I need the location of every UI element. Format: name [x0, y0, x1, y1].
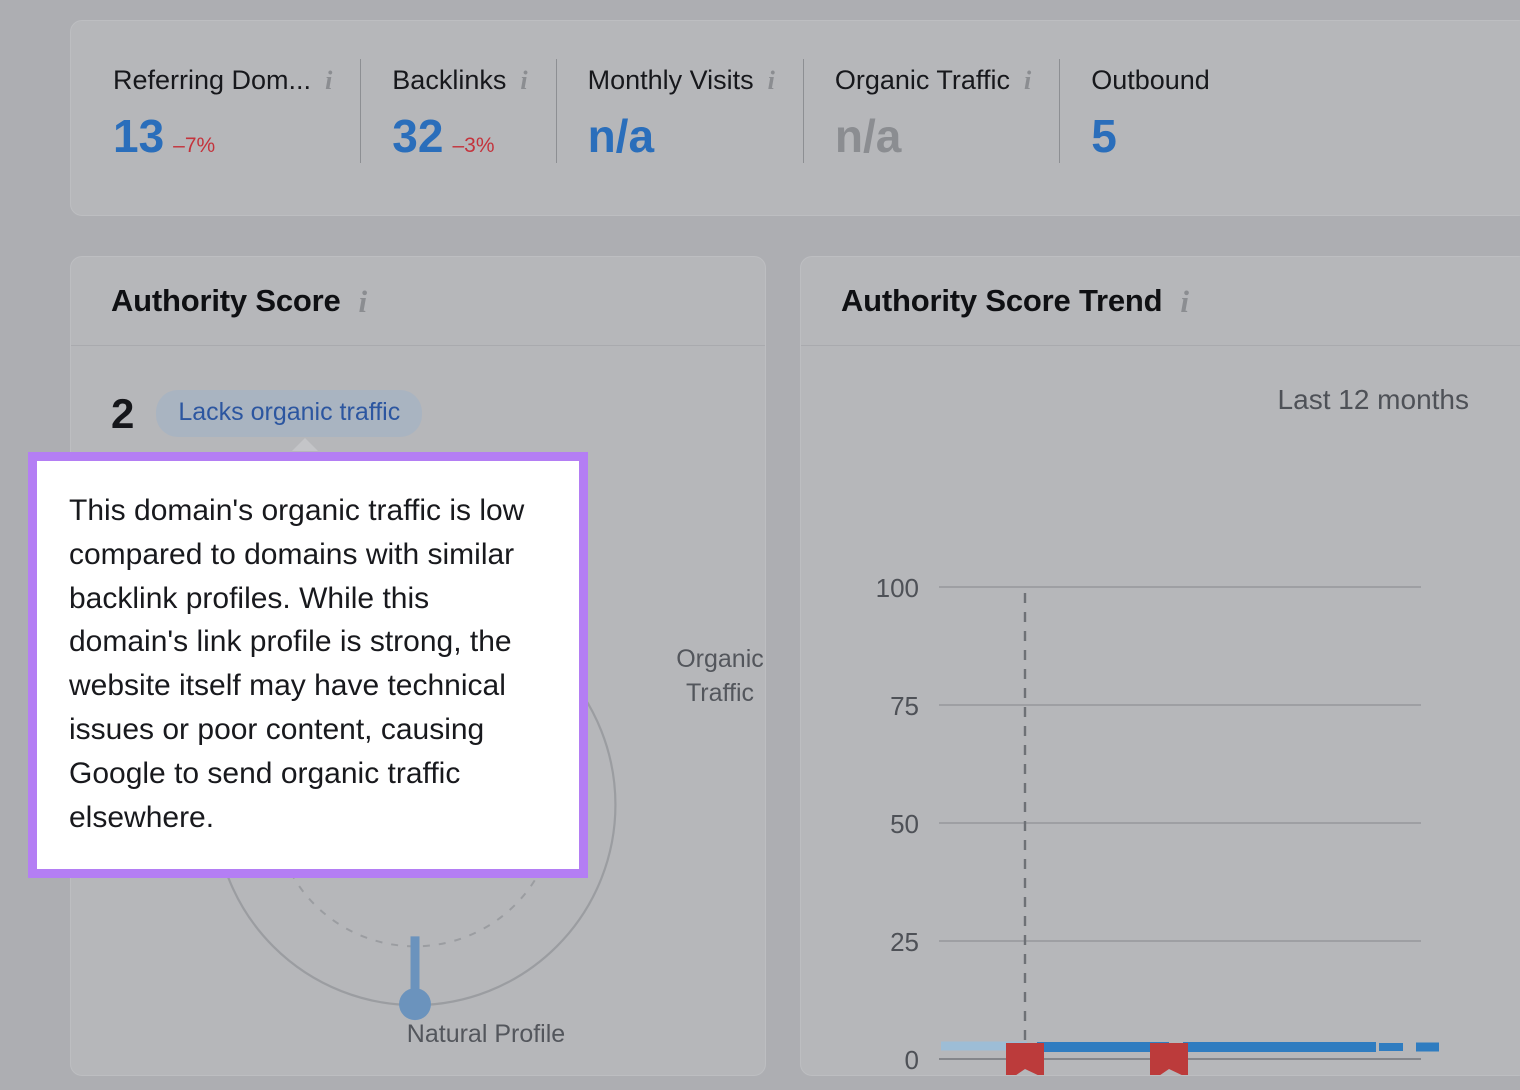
- metric-value: 13: [113, 113, 164, 159]
- metric-label: Monthly Visits: [588, 67, 754, 94]
- metric-label-wrap: Organic Traffic i: [835, 67, 1031, 94]
- y-tick-0: 0: [905, 1045, 919, 1075]
- metric-value-wrap: 5: [1091, 113, 1210, 159]
- metric-delta: –7%: [173, 135, 215, 156]
- info-icon[interactable]: i: [1024, 68, 1031, 94]
- info-icon[interactable]: i: [359, 286, 368, 317]
- metrics-row: Referring Dom... i 13 –7% Backlinks i 32…: [71, 21, 1520, 215]
- y-tick-25: 25: [890, 927, 919, 957]
- info-icon[interactable]: i: [520, 68, 527, 94]
- status-badge[interactable]: Lacks organic traffic: [156, 390, 422, 437]
- authority-score-header: Authority Score i: [71, 257, 765, 346]
- chart-gridlines: [939, 587, 1421, 1059]
- metric-label: Backlinks: [392, 67, 506, 94]
- metric-label-wrap: Referring Dom... i: [113, 67, 332, 94]
- event-flag-marker: [1006, 1043, 1044, 1076]
- metric-value: 5: [1091, 113, 1117, 159]
- authority-trend-body: Last 12 months 100 75 50 25 0: [801, 346, 1520, 1075]
- authority-score-summary: 2 Lacks organic traffic: [111, 390, 422, 437]
- y-tick-100: 100: [876, 573, 919, 603]
- y-tick-50: 50: [890, 809, 919, 839]
- metric-value-wrap: n/a: [588, 113, 775, 159]
- authority-score-value: 2: [111, 393, 134, 435]
- panel-title: Authority Score Trend: [841, 283, 1162, 319]
- metric-value: n/a: [835, 113, 901, 159]
- event-flag-marker: [1150, 1043, 1188, 1076]
- metric-outbound[interactable]: Outbound 5: [1059, 67, 1238, 159]
- tooltip-caret: [292, 438, 318, 451]
- gauge-value-dot: [399, 988, 431, 1020]
- metric-value-wrap: n/a: [835, 113, 1031, 159]
- authority-trend-header: Authority Score Trend i: [801, 257, 1520, 346]
- metric-monthly-visits[interactable]: Monthly Visits i n/a: [556, 67, 803, 159]
- metric-label-wrap: Backlinks i: [392, 67, 527, 94]
- metric-delta: –3%: [452, 135, 494, 156]
- info-icon[interactable]: i: [1180, 286, 1189, 317]
- metric-value: n/a: [588, 113, 654, 159]
- metric-referring-domains[interactable]: Referring Dom... i 13 –7%: [113, 67, 360, 159]
- page-title: Authority Score: [111, 283, 341, 319]
- metrics-summary-card: Referring Dom... i 13 –7% Backlinks i 32…: [70, 20, 1520, 216]
- gauge-label-organic-traffic: Organic Traffic: [645, 643, 766, 711]
- metric-value: 32: [392, 113, 443, 159]
- metric-value-wrap: 13 –7%: [113, 113, 332, 159]
- metric-label: Outbound: [1091, 67, 1210, 94]
- authority-trend-chart: 100 75 50 25 0: [801, 346, 1520, 1076]
- metric-organic-traffic[interactable]: Organic Traffic i n/a: [803, 67, 1059, 159]
- chart-y-axis-labels: 100 75 50 25 0: [876, 573, 919, 1075]
- info-icon[interactable]: i: [768, 68, 775, 94]
- info-icon[interactable]: i: [325, 68, 332, 94]
- authority-trend-panel: Authority Score Trend i Last 12 months 1…: [800, 256, 1520, 1076]
- metric-label-wrap: Monthly Visits i: [588, 67, 775, 94]
- metric-label: Organic Traffic: [835, 67, 1010, 94]
- info-tooltip: This domain's organic traffic is low com…: [28, 452, 588, 878]
- page-root: Referring Dom... i 13 –7% Backlinks i 32…: [0, 0, 1520, 1090]
- gauge-label-natural-profile: Natural Profile: [311, 1018, 661, 1052]
- tooltip-text: This domain's organic traffic is low com…: [69, 489, 549, 839]
- metric-label: Referring Dom...: [113, 67, 311, 94]
- y-tick-75: 75: [890, 691, 919, 721]
- metric-backlinks[interactable]: Backlinks i 32 –3%: [360, 67, 555, 159]
- metric-value-wrap: 32 –3%: [392, 113, 527, 159]
- metric-label-wrap: Outbound: [1091, 67, 1210, 94]
